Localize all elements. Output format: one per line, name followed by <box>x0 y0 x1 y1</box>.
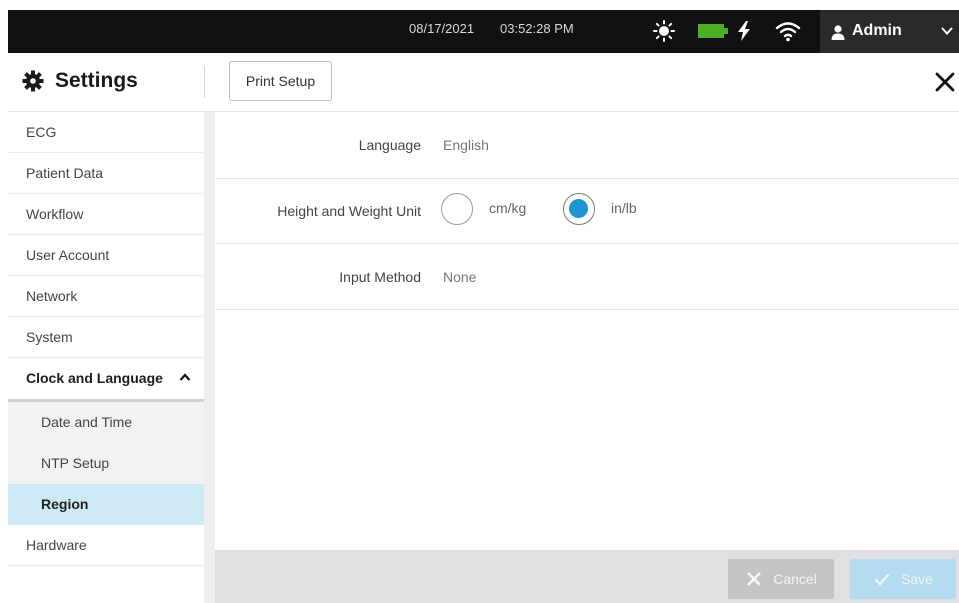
radio-selected-dot <box>569 199 588 218</box>
input-method-value[interactable]: None <box>443 269 476 285</box>
sidebar-item-label: Hardware <box>26 537 87 553</box>
page-title: Settings <box>55 69 138 92</box>
brightness-icon[interactable] <box>653 20 675 42</box>
region-settings-panel: Language English Height and Weight Unit … <box>215 112 959 550</box>
settings-sidebar: ECG Patient Data Workflow User Account N… <box>8 112 204 603</box>
sidebar-item-network[interactable]: Network <box>8 276 204 317</box>
chevron-down-icon <box>941 27 953 35</box>
radio-in-lb[interactable] <box>563 193 595 225</box>
language-row: Language English <box>215 112 959 179</box>
action-footer: Cancel Save <box>215 550 959 603</box>
sidebar-item-label: Workflow <box>26 206 84 222</box>
unit-label: Height and Weight Unit <box>277 203 421 219</box>
gear-icon <box>22 70 44 92</box>
status-time: 03:52:28 PM <box>500 21 574 36</box>
language-label: Language <box>358 137 421 153</box>
cancel-button[interactable]: Cancel <box>728 559 834 599</box>
header-divider <box>204 66 205 98</box>
sidebar-item-label: Patient Data <box>26 165 104 181</box>
status-date: 08/17/2021 <box>409 21 475 36</box>
sidebar-item-label: System <box>26 329 73 345</box>
wifi-icon[interactable] <box>775 20 801 42</box>
sidebar-item-patient-data[interactable]: Patient Data <box>8 153 204 194</box>
sidebar-item-system[interactable]: System <box>8 317 204 358</box>
input-method-label: Input Method <box>339 269 421 285</box>
sidebar-item-date-and-time[interactable]: Date and Time <box>8 402 204 443</box>
print-setup-button[interactable]: Print Setup <box>229 61 332 101</box>
chevron-up-icon <box>179 373 191 381</box>
sidebar-item-ecg[interactable]: ECG <box>8 112 204 153</box>
sidebar-scroll-gutter <box>204 112 215 603</box>
sidebar-item-label: NTP Setup <box>41 455 110 471</box>
sidebar-item-label: ECG <box>26 124 57 140</box>
language-value[interactable]: English <box>443 137 489 153</box>
sidebar-item-hardware[interactable]: Hardware <box>8 525 204 566</box>
user-menu-button[interactable]: Admin <box>820 10 959 53</box>
sidebar-item-label: Region <box>41 496 89 512</box>
user-name: Admin <box>852 22 902 39</box>
radio-cm-kg[interactable] <box>441 193 473 225</box>
radio-in-lb-label[interactable]: in/lb <box>611 200 637 216</box>
cancel-button-label: Cancel <box>773 571 817 587</box>
sidebar-item-label: Network <box>26 288 78 304</box>
checkmark-icon <box>874 573 890 586</box>
sidebar-item-user-account[interactable]: User Account <box>8 235 204 276</box>
close-icon[interactable] <box>933 70 957 94</box>
sidebar-item-ntp-setup[interactable]: NTP Setup <box>8 443 204 484</box>
charging-icon <box>738 21 750 41</box>
settings-header: Settings Print Setup <box>8 53 959 112</box>
status-bar: 08/17/2021 03:52:28 PM Admin <box>8 10 959 53</box>
sidebar-item-label: User Account <box>26 247 110 263</box>
input-method-row: Input Method None <box>215 243 959 310</box>
unit-row: Height and Weight Unit cm/kg in/lb <box>215 178 959 244</box>
sidebar-item-region[interactable]: Region <box>8 484 204 525</box>
user-icon <box>831 25 845 40</box>
radio-cm-kg-label[interactable]: cm/kg <box>489 200 526 216</box>
sidebar-section-clock-and-language[interactable]: Clock and Language <box>8 358 204 402</box>
sidebar-item-label: Date and Time <box>41 414 133 430</box>
sidebar-item-workflow[interactable]: Workflow <box>8 194 204 235</box>
save-button[interactable]: Save <box>850 559 956 599</box>
save-button-label: Save <box>901 571 933 587</box>
close-icon <box>747 572 762 586</box>
battery-icon <box>698 24 728 38</box>
sidebar-item-label: Clock and Language <box>26 370 163 386</box>
